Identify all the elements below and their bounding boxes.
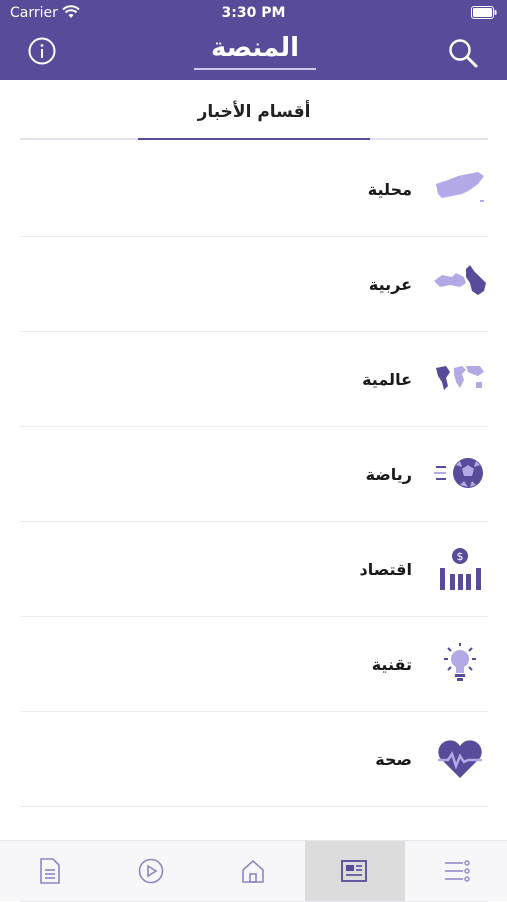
lightbulb-icon bbox=[434, 641, 486, 689]
section-header: أقسام الأخبار bbox=[20, 80, 488, 138]
category-label: تقنية bbox=[371, 655, 412, 674]
category-row-local[interactable]: محلية bbox=[20, 142, 488, 237]
section-underline bbox=[20, 138, 488, 140]
news-icon bbox=[341, 860, 367, 882]
category-label: محلية bbox=[367, 180, 412, 199]
home-icon bbox=[242, 859, 264, 883]
search-button[interactable] bbox=[447, 37, 479, 69]
category-label: رياضة bbox=[365, 465, 412, 484]
section-title: أقسام الأخبار bbox=[197, 102, 311, 122]
logo-underline bbox=[194, 65, 316, 70]
status-bar: Carrier 3:30 PM bbox=[0, 0, 507, 28]
category-row-arab[interactable]: عربية bbox=[20, 237, 488, 332]
tab-bar bbox=[0, 840, 507, 901]
category-label: عربية bbox=[368, 275, 412, 294]
category-list: محلية عربية عالمية رياضة اقتصاد $ تقنية … bbox=[20, 142, 488, 902]
svg-text:$: $ bbox=[457, 550, 464, 563]
section-underline-active bbox=[138, 138, 370, 140]
tab-home[interactable] bbox=[203, 841, 303, 901]
logo-text: المنصة bbox=[210, 33, 300, 63]
category-label: صحة bbox=[375, 750, 412, 769]
app-logo: المنصة bbox=[190, 33, 320, 73]
search-icon bbox=[449, 39, 478, 68]
category-row-tech[interactable]: تقنية bbox=[20, 617, 488, 712]
info-icon bbox=[28, 37, 56, 65]
world-map-icon bbox=[434, 356, 486, 404]
tab-video[interactable] bbox=[101, 841, 201, 901]
category-row-world[interactable]: عالمية bbox=[20, 332, 488, 427]
document-icon bbox=[40, 858, 60, 884]
tab-documents[interactable] bbox=[0, 841, 100, 901]
tab-news[interactable] bbox=[305, 841, 405, 901]
category-row-economy[interactable]: اقتصاد $ bbox=[20, 522, 488, 617]
soccer-ball-icon bbox=[434, 451, 486, 499]
heartbeat-icon bbox=[434, 736, 486, 784]
battery-icon bbox=[471, 6, 497, 23]
category-row-sports[interactable]: رياضة bbox=[20, 427, 488, 522]
tab-menu[interactable] bbox=[407, 841, 507, 901]
menu-list-icon bbox=[445, 860, 470, 882]
status-time: 3:30 PM bbox=[221, 5, 286, 21]
category-label: عالمية bbox=[362, 370, 412, 389]
info-button[interactable] bbox=[28, 37, 56, 65]
category-label: اقتصاد bbox=[359, 560, 412, 579]
arab-world-map-icon bbox=[434, 261, 486, 309]
category-row-health[interactable]: صحة bbox=[20, 712, 488, 807]
play-icon bbox=[138, 858, 164, 884]
economy-chart-icon: $ bbox=[434, 546, 486, 594]
top-bar: Carrier 3:30 PM المنصة bbox=[0, 0, 507, 80]
yemen-map-icon bbox=[434, 166, 486, 214]
